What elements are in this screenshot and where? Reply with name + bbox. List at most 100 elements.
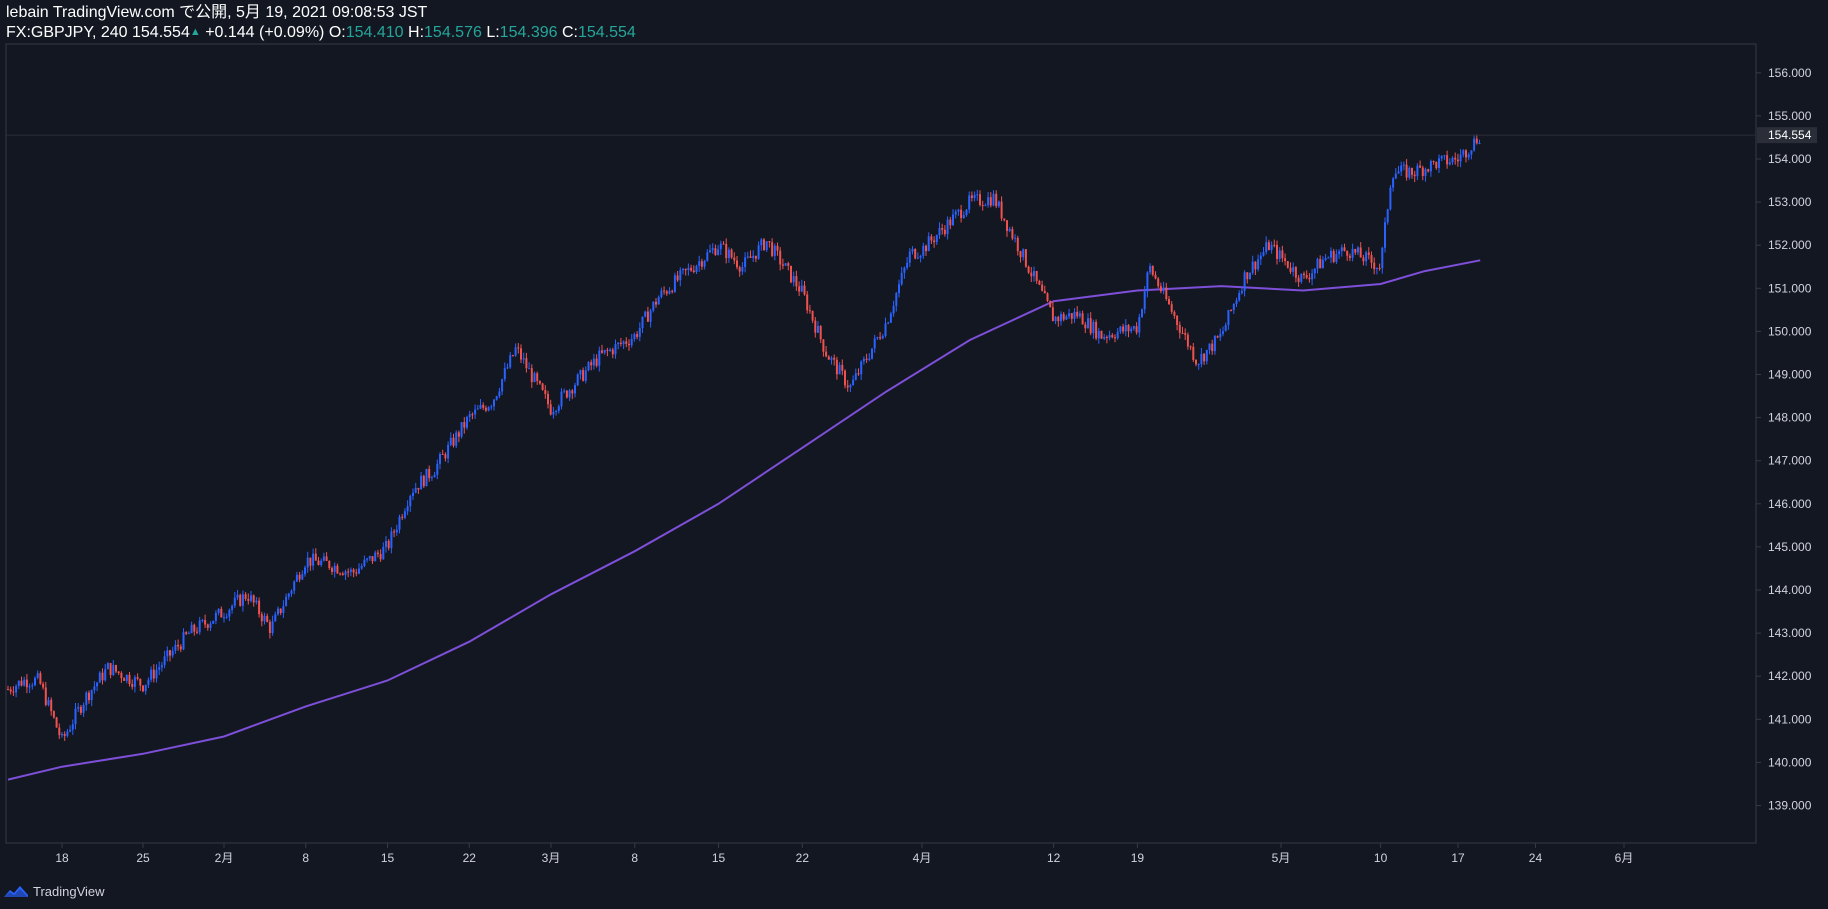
candle-body bbox=[906, 262, 909, 268]
candle-body bbox=[150, 669, 153, 680]
candle-body bbox=[1227, 310, 1230, 326]
candle-body bbox=[158, 667, 161, 670]
candle-body bbox=[746, 256, 749, 258]
y-tick-label: 150.000 bbox=[1768, 324, 1812, 338]
candle-body bbox=[88, 692, 90, 701]
candle-body bbox=[325, 556, 328, 561]
candle-body bbox=[779, 250, 782, 265]
candle-body bbox=[1132, 326, 1135, 329]
candle-body bbox=[536, 373, 539, 381]
candle-body bbox=[663, 290, 666, 292]
candle-body bbox=[865, 358, 868, 360]
candle-body bbox=[1208, 343, 1211, 350]
candle-body bbox=[385, 540, 387, 547]
candle-body bbox=[142, 685, 144, 692]
candle-body bbox=[1286, 261, 1289, 268]
candle-body bbox=[817, 326, 819, 333]
candle-body bbox=[1219, 333, 1222, 338]
candle-body bbox=[271, 621, 274, 633]
candle-body bbox=[787, 263, 790, 266]
candle-body bbox=[398, 516, 401, 530]
candle-body bbox=[916, 257, 919, 259]
candle-body bbox=[1321, 259, 1324, 269]
candle-body bbox=[274, 614, 277, 622]
candle-body bbox=[987, 197, 990, 206]
candle-body bbox=[525, 358, 528, 369]
candle-body bbox=[1143, 291, 1146, 310]
candle-body bbox=[1456, 159, 1459, 162]
candle-body bbox=[290, 590, 293, 594]
candle-body bbox=[1297, 277, 1300, 282]
candle-body bbox=[1454, 157, 1457, 160]
candle-body bbox=[1197, 364, 1200, 366]
candle-body bbox=[104, 669, 107, 681]
candle-body bbox=[304, 567, 306, 575]
candle-body bbox=[879, 337, 882, 339]
candle-body bbox=[1262, 252, 1265, 256]
candle-body bbox=[279, 608, 282, 614]
candle-body bbox=[320, 560, 323, 566]
candle-body bbox=[957, 209, 960, 212]
candle-body bbox=[538, 380, 541, 384]
candle-body bbox=[1022, 249, 1025, 258]
candle-body bbox=[1251, 261, 1254, 273]
candle-body bbox=[468, 414, 471, 417]
candle-body bbox=[798, 286, 801, 292]
candle-body bbox=[1327, 257, 1330, 259]
candle-body bbox=[984, 205, 987, 207]
x-tick-label: 4月 bbox=[913, 851, 932, 865]
candle-body bbox=[128, 674, 131, 685]
candle-body bbox=[1087, 318, 1089, 329]
candle-body bbox=[628, 343, 630, 346]
y-tick-label: 139.000 bbox=[1768, 799, 1812, 813]
price-chart[interactable]: 139.000 140.000 141.000 142.000 143.000 144.0… bbox=[0, 0, 1828, 909]
y-tick-label: 148.000 bbox=[1768, 411, 1812, 425]
candle-body bbox=[560, 391, 563, 407]
candle-body bbox=[25, 679, 28, 688]
candle-body bbox=[1265, 242, 1268, 253]
candle-body bbox=[193, 624, 196, 632]
candle-body bbox=[822, 339, 825, 352]
y-tick-label: 151.000 bbox=[1768, 281, 1812, 295]
candle-body bbox=[228, 609, 231, 617]
candle-body bbox=[1354, 248, 1357, 253]
candle-body bbox=[125, 674, 128, 681]
candle-body bbox=[1276, 244, 1278, 259]
candle-body bbox=[1305, 274, 1308, 278]
candle-body bbox=[976, 194, 979, 196]
candle-body bbox=[255, 600, 258, 603]
candle-body bbox=[425, 468, 428, 487]
candle-body bbox=[673, 275, 676, 292]
candle-body bbox=[1138, 317, 1141, 333]
candle-body bbox=[889, 313, 892, 323]
candle-body bbox=[355, 572, 358, 574]
candle-body bbox=[871, 348, 873, 359]
candle-body bbox=[1057, 316, 1060, 322]
candle-body bbox=[736, 260, 738, 268]
candle-body bbox=[641, 316, 644, 329]
candle-body bbox=[1124, 325, 1127, 332]
candle-body bbox=[698, 261, 701, 266]
candle-body bbox=[1070, 313, 1073, 319]
x-tick-label: 15 bbox=[712, 851, 726, 865]
candle-body bbox=[196, 631, 198, 633]
candle-body bbox=[1292, 267, 1295, 272]
candle-body bbox=[1427, 169, 1430, 172]
candle-body bbox=[1149, 266, 1152, 273]
candle-body bbox=[1060, 314, 1062, 322]
candle-body bbox=[420, 475, 423, 490]
candle-body bbox=[649, 310, 652, 322]
candle-body bbox=[414, 487, 417, 493]
candle-body bbox=[74, 708, 77, 725]
candle-body bbox=[490, 406, 493, 408]
candle-body bbox=[1205, 349, 1208, 362]
x-tick-label: 17 bbox=[1451, 851, 1465, 865]
candle-body bbox=[895, 293, 898, 306]
candle-body bbox=[1300, 273, 1303, 282]
candle-body bbox=[771, 242, 774, 256]
candle-body bbox=[1411, 167, 1413, 175]
candle-body bbox=[252, 595, 255, 603]
candle-body bbox=[341, 573, 344, 576]
candle-body bbox=[768, 241, 771, 243]
candle-body bbox=[44, 687, 47, 705]
